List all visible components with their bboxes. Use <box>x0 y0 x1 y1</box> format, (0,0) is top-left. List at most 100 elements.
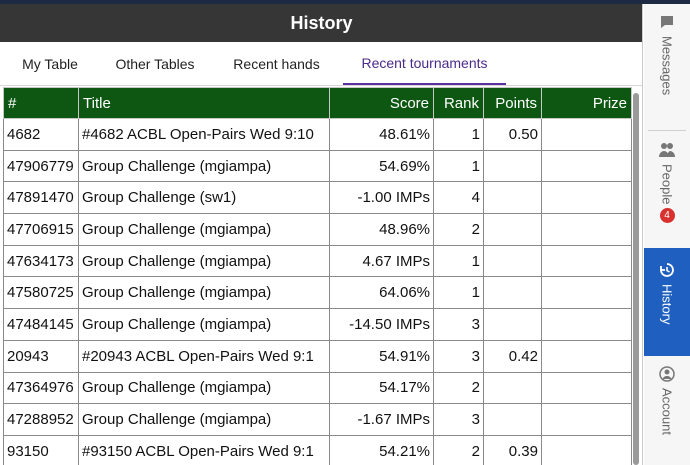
cell-title: #20943 ACBL Open-Pairs Wed 9:1 <box>78 339 330 373</box>
cell-prize <box>541 149 632 183</box>
cell-rank: 3 <box>433 308 484 341</box>
sidebar-item-people[interactable]: People 4 <box>644 142 690 242</box>
cell-score: 54.21% <box>329 434 434 465</box>
cell-points <box>483 181 542 215</box>
cell-rank: 2 <box>433 434 484 465</box>
cell-rank: 1 <box>433 276 484 310</box>
tab-my-table[interactable]: My Table <box>0 42 100 85</box>
cell-number: 47364976 <box>3 371 79 405</box>
cell-title: #93150 ACBL Open-Pairs Wed 9:1 <box>78 434 330 465</box>
cell-points <box>483 149 542 183</box>
cell-prize <box>541 371 632 405</box>
table-scrollbar[interactable] <box>632 87 640 465</box>
sidebar-label-account: Account <box>659 388 675 435</box>
cell-score: 48.61% <box>329 118 434 151</box>
table-row[interactable]: 20943 #20943 ACBL Open-Pairs Wed 9:1 54.… <box>3 339 632 373</box>
table-row[interactable]: 47891470 Group Challenge (sw1) -1.00 IMP… <box>3 181 632 215</box>
table-row[interactable]: 4682 #4682 ACBL Open-Pairs Wed 9:10 48.6… <box>3 118 632 151</box>
table-row[interactable]: 47580725 Group Challenge (mgiampa) 64.06… <box>3 276 632 310</box>
cell-number: 47288952 <box>3 403 79 436</box>
cell-title: #4682 ACBL Open-Pairs Wed 9:10 <box>78 118 330 151</box>
cell-score: -1.00 IMPs <box>329 181 434 215</box>
cell-rank: 3 <box>433 403 484 436</box>
table-row[interactable]: 47706915 Group Challenge (mgiampa) 48.96… <box>3 213 632 246</box>
column-header-points[interactable]: Points <box>483 87 542 119</box>
sidebar-divider <box>648 130 686 131</box>
history-table: # Title Score Rank Points Prize 4682 #46… <box>3 87 632 465</box>
cell-number: 47484145 <box>3 308 79 341</box>
table-row[interactable]: 47634173 Group Challenge (mgiampa) 4.67 … <box>3 244 632 278</box>
cell-number: 47580725 <box>3 276 79 310</box>
right-sidebar: Messages People 4 History Account <box>644 4 690 465</box>
cell-number: 47706915 <box>3 213 79 246</box>
cell-rank: 1 <box>433 118 484 151</box>
table-row[interactable]: 47484145 Group Challenge (mgiampa) -14.5… <box>3 308 632 341</box>
cell-points <box>483 403 542 436</box>
cell-rank: 2 <box>433 213 484 246</box>
sidebar-item-account[interactable]: Account <box>644 366 690 464</box>
cell-prize <box>541 181 632 215</box>
history-icon <box>660 263 674 277</box>
cell-rank: 4 <box>433 181 484 215</box>
column-header-rank[interactable]: Rank <box>433 87 484 119</box>
cell-points <box>483 213 542 246</box>
column-header-score[interactable]: Score <box>329 87 434 119</box>
table-row[interactable]: 47906779 Group Challenge (mgiampa) 54.69… <box>3 149 632 183</box>
sidebar-label-history: History <box>659 284 675 325</box>
cell-points: 0.50 <box>483 118 542 151</box>
people-icon <box>659 143 675 157</box>
cell-score: -14.50 IMPs <box>329 308 434 341</box>
cell-number: 93150 <box>3 434 79 465</box>
cell-title: Group Challenge (mgiampa) <box>78 244 330 278</box>
cell-title: Group Challenge (mgiampa) <box>78 149 330 183</box>
cell-score: 64.06% <box>329 276 434 310</box>
table-row[interactable]: 47288952 Group Challenge (mgiampa) -1.67… <box>3 403 632 436</box>
column-header-prize[interactable]: Prize <box>541 87 632 119</box>
cell-prize <box>541 118 632 151</box>
cell-number: 47634173 <box>3 244 79 278</box>
scrollbar-thumb[interactable] <box>633 93 639 465</box>
cell-score: 54.17% <box>329 371 434 405</box>
cell-prize <box>541 339 632 373</box>
cell-points: 0.42 <box>483 339 542 373</box>
sidebar-item-history[interactable]: History <box>644 248 690 356</box>
tab-recent-tournaments[interactable]: Recent tournaments <box>343 42 506 85</box>
cell-title: Group Challenge (sw1) <box>78 181 330 215</box>
table-row[interactable]: 93150 #93150 ACBL Open-Pairs Wed 9:1 54.… <box>3 434 632 465</box>
sidebar-label-messages: Messages <box>659 36 675 96</box>
tab-bar: My Table Other Tables Recent hands Recen… <box>0 42 642 86</box>
table-row[interactable]: 47364976 Group Challenge (mgiampa) 54.17… <box>3 371 632 405</box>
cell-points <box>483 244 542 278</box>
cell-title: Group Challenge (mgiampa) <box>78 371 330 405</box>
cell-points: 0.39 <box>483 434 542 465</box>
cell-prize <box>541 308 632 341</box>
panel-title: History <box>0 4 642 42</box>
cell-score: -1.67 IMPs <box>329 403 434 436</box>
cell-prize <box>541 403 632 436</box>
history-panel: History My Table Other Tables Recent han… <box>0 4 643 465</box>
tab-recent-hands[interactable]: Recent hands <box>210 42 343 85</box>
column-header-number[interactable]: # <box>3 87 79 119</box>
cell-number: 47891470 <box>3 181 79 215</box>
column-header-title[interactable]: Title <box>78 87 330 119</box>
cell-points <box>483 276 542 310</box>
message-icon <box>661 16 673 28</box>
cell-rank: 1 <box>433 244 484 278</box>
cell-prize <box>541 244 632 278</box>
cell-number: 47906779 <box>3 149 79 183</box>
cell-title: Group Challenge (mgiampa) <box>78 308 330 341</box>
cell-rank: 1 <box>433 149 484 183</box>
cell-points <box>483 371 542 405</box>
cell-prize <box>541 276 632 310</box>
cell-title: Group Challenge (mgiampa) <box>78 213 330 246</box>
cell-title: Group Challenge (mgiampa) <box>78 276 330 310</box>
cell-score: 4.67 IMPs <box>329 244 434 278</box>
cell-points <box>483 308 542 341</box>
cell-score: 54.91% <box>329 339 434 373</box>
cell-score: 48.96% <box>329 213 434 246</box>
cell-number: 20943 <box>3 339 79 373</box>
tab-other-tables[interactable]: Other Tables <box>100 42 210 85</box>
cell-prize <box>541 213 632 246</box>
sidebar-item-messages[interactable]: Messages <box>644 14 690 124</box>
table-header-row: # Title Score Rank Points Prize <box>3 87 632 119</box>
